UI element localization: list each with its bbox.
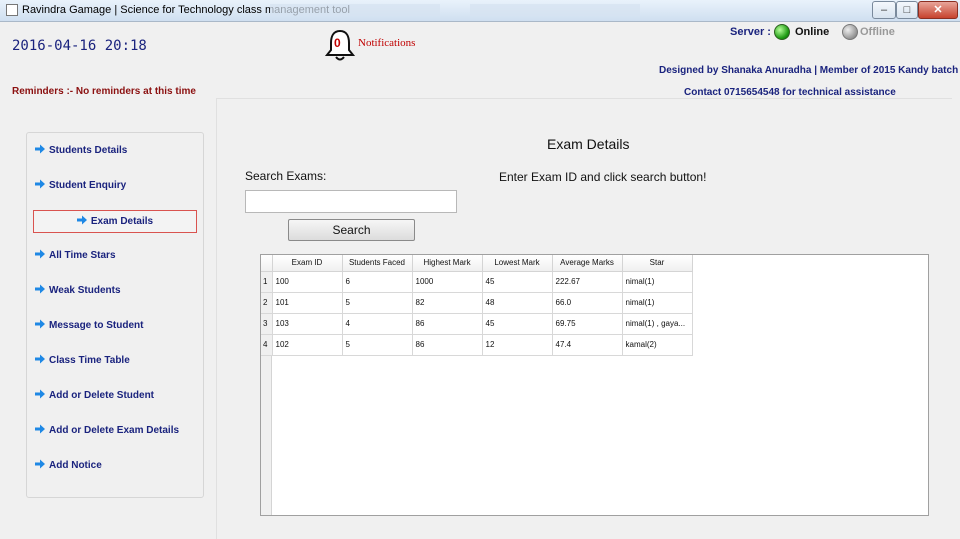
table-cell[interactable]: 69.75 <box>552 313 623 335</box>
arrow-right-icon <box>76 215 87 225</box>
sidebar-item-class-time-table[interactable]: Class Time Table <box>35 353 130 369</box>
table-cell[interactable]: 101 <box>272 292 343 314</box>
table-cell[interactable]: 222.67 <box>552 271 623 293</box>
datetime-display: 2016-04-16 20:18 <box>12 38 147 54</box>
sidebar-item-message-to-student[interactable]: Message to Student <box>35 318 143 334</box>
arrow-right-icon <box>35 284 45 294</box>
reminders-text: Reminders :- No reminders at this time <box>12 86 196 97</box>
sidebar-item-add-or-delete-student[interactable]: Add or Delete Student <box>35 388 154 404</box>
row-number[interactable]: 2 <box>261 292 273 314</box>
arrow-right-icon <box>35 319 45 329</box>
row-number[interactable]: 3 <box>261 313 273 335</box>
server-label: Server : <box>730 26 771 38</box>
notification-count: 0 <box>334 36 341 50</box>
table-cell[interactable]: nimal(1) <box>622 271 693 293</box>
content-panel: Exam Details Search Exams: Enter Exam ID… <box>216 98 952 539</box>
main-window: 2016-04-16 20:18 0 Notifications Server … <box>0 22 960 539</box>
sidebar-item-students-details[interactable]: Students Details <box>35 143 127 159</box>
sidebar-item-label: Student Enquiry <box>49 180 127 191</box>
search-hint: Enter Exam ID and click search button! <box>499 170 707 184</box>
sidebar-item-label: Class Time Table <box>49 355 130 366</box>
designer-credit: Designed by Shanaka Anuradha | Member of… <box>659 65 959 76</box>
exam-table-grid: Exam ID Students Faced Highest Mark Lowe… <box>261 255 693 356</box>
arrow-right-icon <box>35 179 45 189</box>
sidebar-item-add-notice[interactable]: Add Notice <box>35 458 102 474</box>
exam-table: Exam ID Students Faced Highest Mark Lowe… <box>260 254 929 516</box>
table-row[interactable]: 1 100 6 1000 45 222.67 nimal(1) <box>261 271 693 293</box>
column-header[interactable]: Highest Mark <box>412 255 483 272</box>
online-indicator-icon <box>774 24 790 40</box>
table-cell[interactable]: 5 <box>342 334 413 356</box>
arrow-right-icon <box>35 354 45 364</box>
table-cell[interactable]: 86 <box>412 313 483 335</box>
arrow-right-icon <box>35 424 45 434</box>
table-cell[interactable]: 86 <box>412 334 483 356</box>
page-title: Exam Details <box>547 136 630 152</box>
sidebar-item-label: Add Notice <box>49 460 102 471</box>
table-cell[interactable]: 6 <box>342 271 413 293</box>
arrow-right-icon <box>35 144 45 154</box>
sidebar-item-weak-students[interactable]: Weak Students <box>35 283 121 299</box>
sidebar-item-student-enquiry[interactable]: Student Enquiry <box>35 178 126 194</box>
table-cell[interactable]: kamal(2) <box>622 334 693 356</box>
title-bar: Ravindra Gamage | Science for Technology… <box>0 0 960 22</box>
table-cell[interactable]: 103 <box>272 313 343 335</box>
notifications-link[interactable]: Notifications <box>358 37 415 49</box>
corner-header <box>261 255 273 272</box>
table-row[interactable]: 2 101 5 82 48 66.0 nimal(1) <box>261 292 693 314</box>
row-number[interactable]: 1 <box>261 271 273 293</box>
sidebar-item-add-or-delete-exam-details[interactable]: Add or Delete Exam Details <box>35 423 179 439</box>
table-cell[interactable]: 45 <box>482 271 553 293</box>
table-cell[interactable]: nimal(1) , gaya... <box>622 313 693 335</box>
offline-label: Offline <box>860 26 895 38</box>
table-header-row: Exam ID Students Faced Highest Mark Lowe… <box>261 255 693 272</box>
sidebar: Students Details Student Enquiry Exam De… <box>26 132 204 498</box>
sidebar-item-all-time-stars[interactable]: All Time Stars <box>35 248 116 264</box>
column-header[interactable]: Average Marks <box>552 255 623 272</box>
table-cell[interactable]: 102 <box>272 334 343 356</box>
sidebar-item-label: Message to Student <box>49 320 144 331</box>
app-icon <box>6 4 18 16</box>
column-header[interactable]: Star <box>622 255 693 272</box>
table-cell[interactable]: 66.0 <box>552 292 623 314</box>
title-bar-blur <box>270 4 440 16</box>
table-row[interactable]: 3 103 4 86 45 69.75 nimal(1) , gaya... <box>261 313 693 335</box>
search-input[interactable] <box>245 190 457 213</box>
column-header[interactable]: Exam ID <box>272 255 343 272</box>
table-cell[interactable]: 5 <box>342 292 413 314</box>
table-cell[interactable]: 47.4 <box>552 334 623 356</box>
arrow-right-icon <box>35 249 45 259</box>
search-button[interactable]: Search <box>288 219 415 241</box>
table-cell[interactable]: 100 <box>272 271 343 293</box>
close-button[interactable]: ✕ <box>918 1 958 19</box>
table-cell[interactable]: 48 <box>482 292 553 314</box>
table-row[interactable]: 4 102 5 86 12 47.4 kamal(2) <box>261 334 693 356</box>
title-bar-blur <box>470 4 640 16</box>
sidebar-item-label: Add or Delete Student <box>49 390 155 401</box>
sidebar-item-label: Weak Students <box>49 285 121 296</box>
maximize-button[interactable]: □ <box>896 1 918 19</box>
row-number[interactable]: 4 <box>261 334 273 356</box>
minimize-button[interactable]: – <box>872 1 896 19</box>
column-header[interactable]: Students Faced <box>342 255 413 272</box>
sidebar-item-label: Exam Details <box>90 216 154 227</box>
table-cell[interactable]: nimal(1) <box>622 292 693 314</box>
arrow-right-icon <box>35 459 45 469</box>
arrow-right-icon <box>35 389 45 399</box>
table-cell[interactable]: 82 <box>412 292 483 314</box>
contact-info: Contact 0715654548 for technical assista… <box>684 87 896 98</box>
sidebar-item-label: Students Details <box>49 145 128 156</box>
sidebar-item-label: Add or Delete Exam Details <box>49 425 180 436</box>
table-cell[interactable]: 4 <box>342 313 413 335</box>
column-header[interactable]: Lowest Mark <box>482 255 553 272</box>
sidebar-item-exam-details[interactable]: Exam Details <box>33 210 197 233</box>
offline-indicator-icon <box>842 24 858 40</box>
online-label: Online <box>795 26 830 38</box>
table-cell[interactable]: 45 <box>482 313 553 335</box>
sidebar-item-label: All Time Stars <box>49 250 116 261</box>
table-cell[interactable]: 12 <box>482 334 553 356</box>
table-cell[interactable]: 1000 <box>412 271 483 293</box>
search-label: Search Exams: <box>245 169 327 183</box>
